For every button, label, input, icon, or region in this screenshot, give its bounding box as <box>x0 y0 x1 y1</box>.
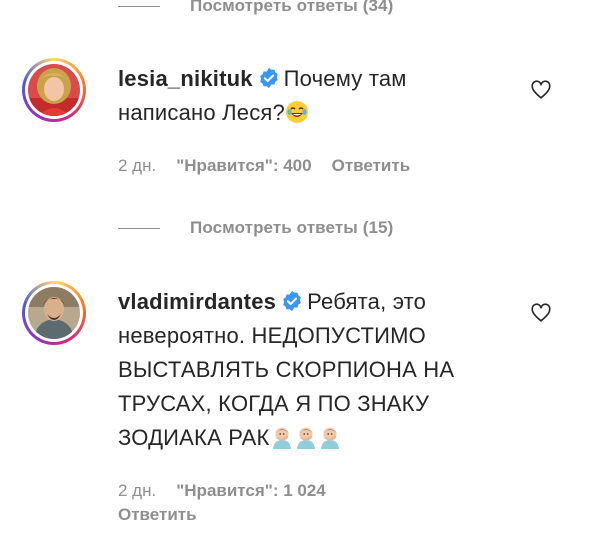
reply-button[interactable]: Ответить <box>118 505 197 525</box>
username-lesia[interactable]: lesia_nikituk <box>118 66 253 91</box>
view-replies-label: Посмотреть ответы (34) <box>190 0 394 15</box>
comment-body-vladimir: vladimirdantes Ребята, это невероятно. НЕ… <box>118 285 508 455</box>
reply-button[interactable]: Ответить <box>332 156 411 175</box>
comment-likes[interactable]: "Нравится": 400 <box>176 156 311 175</box>
avatar-photo <box>28 287 80 339</box>
facepalm-emoji-icon <box>320 427 339 449</box>
view-replies-label: Посмотреть ответы (15) <box>190 218 394 237</box>
replies-divider-line <box>118 227 160 229</box>
verified-badge-icon <box>259 67 278 89</box>
like-heart-icon[interactable] <box>530 302 552 324</box>
comment-time[interactable]: 2 дн. <box>118 156 156 175</box>
view-replies-15[interactable]: Посмотреть ответы (15) <box>118 218 393 238</box>
replies-divider-line <box>118 5 160 7</box>
comment-meta-lesia: 2 дн. "Нравится": 400 Ответить <box>118 156 410 176</box>
facepalm-emoji-icon <box>272 427 291 449</box>
like-heart-icon[interactable] <box>530 79 552 101</box>
view-replies-34[interactable]: Посмотреть ответы (34) <box>118 0 393 16</box>
verified-badge-icon <box>283 290 301 312</box>
comment-body-lesia: lesia_nikituk Почему там написано Леся? <box>118 62 508 130</box>
comment-meta-vladimir: 2 дн. "Нравится": 1 024 <box>118 481 326 501</box>
avatar-photo <box>28 64 80 116</box>
comment-likes[interactable]: "Нравится": 1 024 <box>176 481 326 500</box>
comment-time[interactable]: 2 дн. <box>118 481 156 500</box>
facepalm-emoji-icon <box>296 427 315 449</box>
avatar-vladimir[interactable] <box>22 281 86 345</box>
avatar-lesia[interactable] <box>22 58 86 122</box>
joy-emoji-icon <box>285 101 308 123</box>
username-vladimir[interactable]: vladimirdantes <box>118 289 276 314</box>
facepalm-emoji-group <box>270 425 342 450</box>
